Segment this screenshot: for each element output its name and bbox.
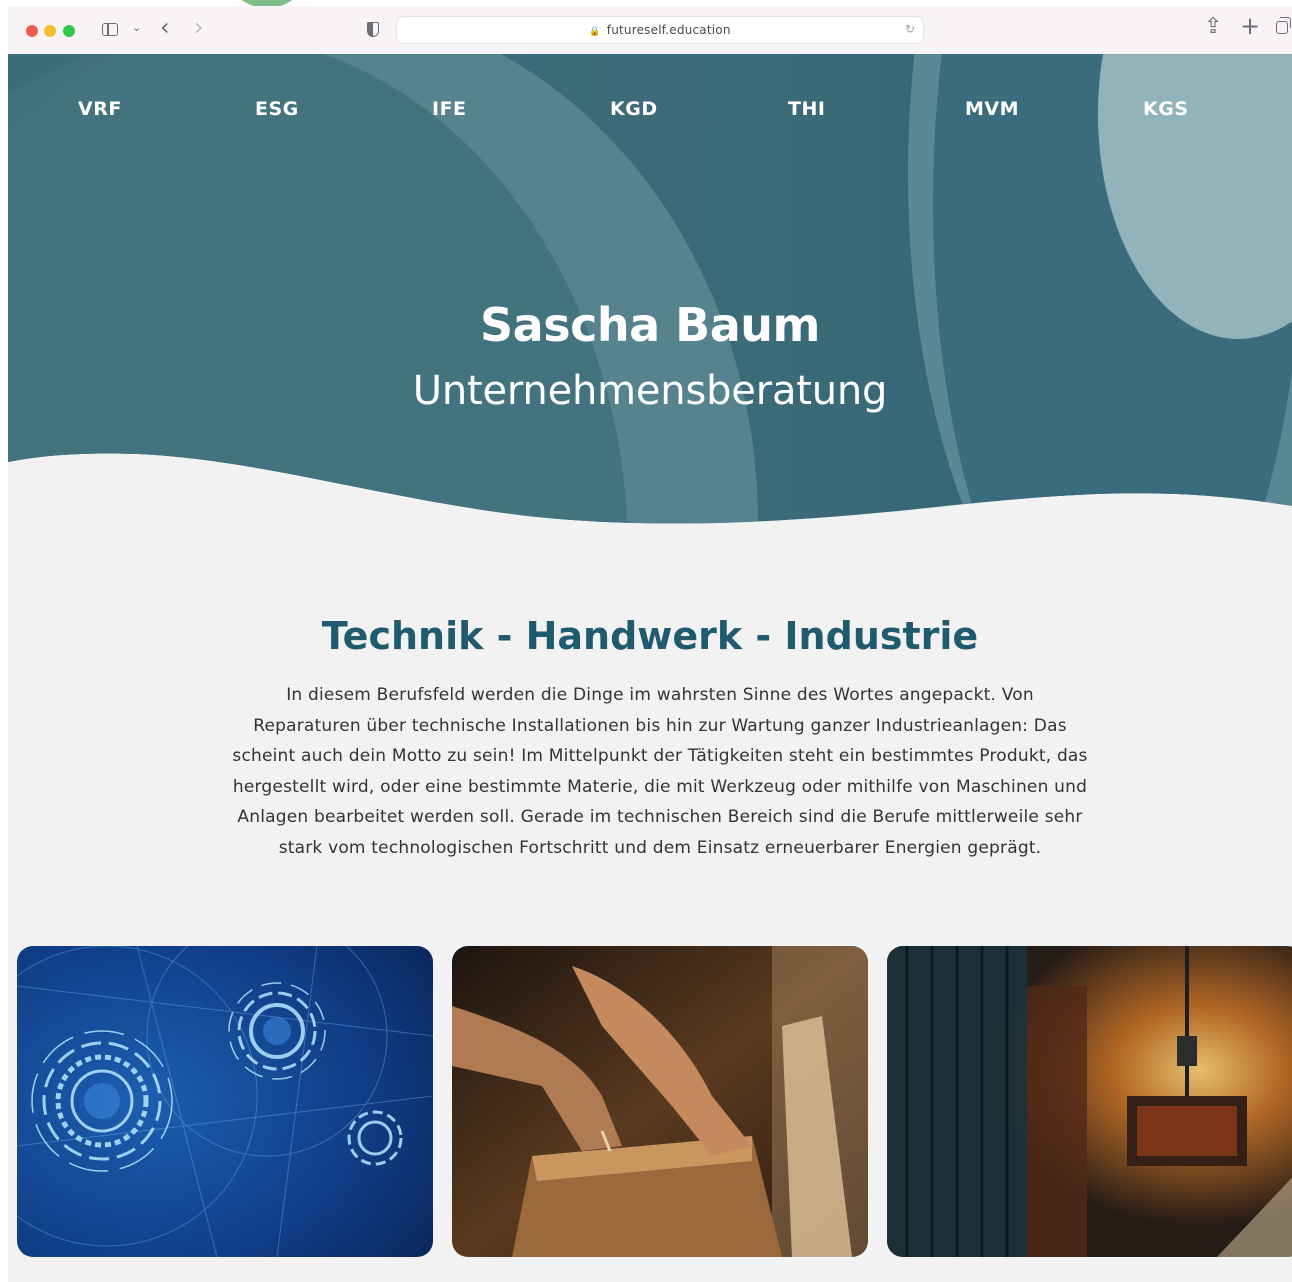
image-card-industry[interactable] [887,946,1292,1257]
image-card-technology[interactable] [17,946,433,1257]
lock-icon: 🔒 [589,27,601,37]
nav-item-kgs[interactable]: KGS [1143,98,1189,120]
browser-toolbar: ⌄ ‹ › 🔒 futureself.education ↻ ⇪ + [8,6,1292,54]
address-bar[interactable]: 🔒 futureself.education ↻ [396,16,924,44]
tabs-icon[interactable] [1276,17,1291,34]
forward-icon[interactable]: › [194,15,204,39]
nav-item-esg[interactable]: ESG [255,98,299,120]
sidebar-icon[interactable] [102,23,118,36]
chevron-down-icon[interactable]: ⌄ [132,21,141,34]
page-content: VRF ESG IFE KGD THI MVM KGS Sascha Baum … [8,54,1292,1282]
hero-background [8,54,1292,524]
shield-icon[interactable] [367,22,379,37]
share-icon[interactable]: ⇪ [1204,15,1222,39]
zoom-window-button[interactable] [63,25,75,37]
hero-subtitle: Unternehmensberatung [412,368,888,414]
plus-icon[interactable]: + [1240,14,1260,38]
nav-item-mvm[interactable]: MVM [965,98,1019,120]
hero-banner: VRF ESG IFE KGD THI MVM KGS Sascha Baum … [8,54,1292,534]
section-body: In diesem Berufsfeld werden die Dinge im… [232,685,1088,858]
nav-item-kgd[interactable]: KGD [610,98,658,120]
technology-image [17,946,433,1257]
industry-image [887,946,1292,1257]
nav-item-vrf[interactable]: VRF [78,98,122,120]
minimize-window-button[interactable] [44,25,56,37]
nav-item-thi[interactable]: THI [788,98,825,120]
image-card-craft[interactable] [452,946,868,1257]
reload-icon[interactable]: ↻ [905,22,915,36]
main-nav: VRF ESG IFE KGD THI MVM KGS [8,98,1292,122]
craft-image [452,946,868,1257]
url-display: 🔒 futureself.education [397,23,923,37]
section-title: Technik - Handwerk - Industrie [321,614,979,658]
nav-item-ife[interactable]: IFE [432,98,467,120]
url-text: futureself.education [606,23,731,37]
hero-title: Sascha Baum [480,298,820,352]
close-window-button[interactable] [26,25,38,37]
back-icon[interactable]: ‹ [160,15,170,39]
